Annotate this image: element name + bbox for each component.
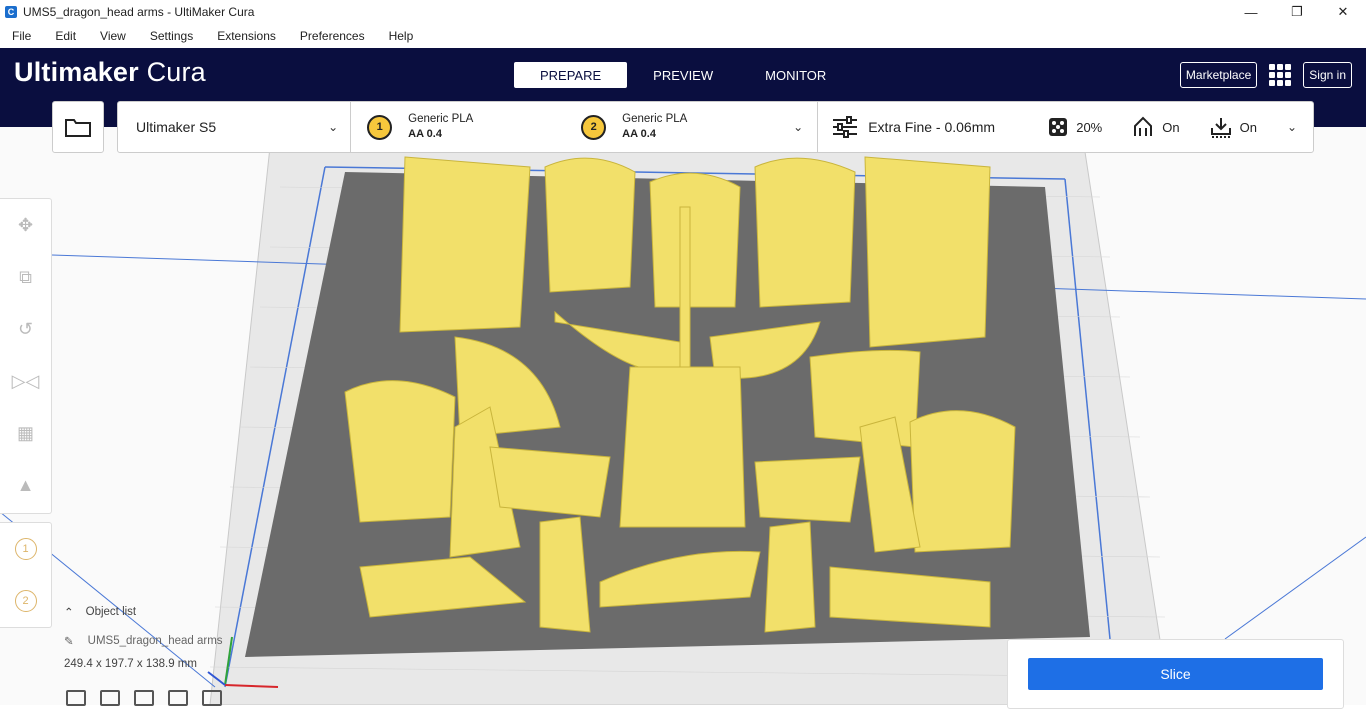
- printer-selector[interactable]: Ultimaker S5 ⌄: [118, 102, 352, 152]
- move-icon[interactable]: ✥: [0, 199, 51, 251]
- extruder-2[interactable]: 2 Generic PLA AA 0.4: [581, 112, 795, 142]
- folder-icon: [65, 119, 91, 137]
- chevron-down-icon: ⌄: [793, 120, 804, 134]
- right-view-icon[interactable]: [202, 690, 222, 706]
- minimize-button[interactable]: —: [1228, 0, 1274, 24]
- extruder-1-select[interactable]: 1: [0, 523, 51, 575]
- extruder-2-badge: 2: [581, 114, 607, 140]
- menu-help[interactable]: Help: [377, 29, 426, 43]
- top-view-icon[interactable]: [134, 690, 154, 706]
- extruder-1[interactable]: 1 Generic PLA AA 0.4: [367, 112, 581, 142]
- object-dimensions: 249.4 x 197.7 x 138.9 mm: [64, 658, 197, 670]
- printer-name: Ultimaker S5: [136, 119, 217, 135]
- view-orientation-buttons: [66, 690, 222, 706]
- slice-button[interactable]: Slice: [1028, 658, 1323, 690]
- support-icon: [1134, 116, 1153, 136]
- front-view-icon[interactable]: [100, 690, 120, 706]
- 3d-view-icon[interactable]: [66, 690, 86, 706]
- object-list-panel: ⌃ Object list ✎ UMS5_dragon_head arms 24…: [64, 603, 223, 670]
- adhesion-icon: [1210, 118, 1231, 138]
- left-view-icon[interactable]: [168, 690, 188, 706]
- extruder-2-core: AA 0.4: [622, 128, 656, 140]
- menu-preferences[interactable]: Preferences: [288, 29, 377, 43]
- ultimaker-cura-logo: Ultimaker Cura: [14, 57, 206, 87]
- support-value: On: [1162, 119, 1180, 135]
- object-name-row[interactable]: ✎ UMS5_dragon_head arms: [64, 633, 223, 649]
- pencil-icon: ✎: [64, 636, 74, 648]
- extruder-1-badge: 1: [367, 114, 393, 140]
- sliders-icon: [833, 116, 858, 138]
- print-settings-selector[interactable]: Extra Fine - 0.06mm 20% On On ⌄: [818, 102, 1313, 152]
- extruder-1-material: Generic PLA: [408, 113, 474, 125]
- object-name: UMS5_dragon_head arms: [87, 635, 223, 647]
- tab-prepare[interactable]: PREPARE: [514, 62, 628, 88]
- rotate-icon[interactable]: ↺: [0, 303, 51, 355]
- menu-file[interactable]: File: [0, 29, 43, 43]
- menu-view[interactable]: View: [88, 29, 138, 43]
- chevron-up-icon: ⌃: [64, 607, 74, 619]
- print-configuration-bar: Ultimaker S5 ⌄ 1 Generic PLA AA 0.4 2 Gen…: [117, 101, 1314, 153]
- menu-bar: File Edit View Settings Extensions Prefe…: [0, 24, 1366, 48]
- cura-app-icon: C: [5, 6, 17, 18]
- slice-panel: Slice: [1007, 639, 1344, 709]
- open-file-button[interactable]: [52, 101, 104, 153]
- infill-icon: [1049, 118, 1068, 136]
- window-title: UMS5_dragon_head arms - UltiMaker Cura: [23, 5, 255, 19]
- extruder-2-select[interactable]: 2: [0, 575, 51, 627]
- mirror-icon[interactable]: ▷◁: [0, 355, 51, 407]
- per-model-settings-icon[interactable]: ▦: [0, 407, 51, 459]
- chevron-down-icon: ⌄: [1286, 120, 1297, 134]
- extruder-1-core: AA 0.4: [408, 128, 442, 140]
- scale-icon[interactable]: ⧉: [0, 251, 51, 303]
- window-titlebar: C UMS5_dragon_head arms - UltiMaker Cura…: [0, 0, 1366, 24]
- applications-grid-icon[interactable]: [1269, 64, 1292, 86]
- object-list-toggle[interactable]: ⌃ Object list: [64, 603, 223, 621]
- menu-extensions[interactable]: Extensions: [205, 29, 288, 43]
- infill-value: 20%: [1076, 119, 1103, 135]
- extruder-column: 1 2: [0, 522, 52, 628]
- print-profile: Extra Fine - 0.06mm: [868, 119, 996, 135]
- sign-in-button[interactable]: Sign in: [1303, 62, 1352, 88]
- menu-edit[interactable]: Edit: [43, 29, 88, 43]
- tool-panel: ✥ ⧉ ↺ ▷◁ ▦ ▲: [0, 198, 52, 514]
- close-button[interactable]: ✕: [1320, 0, 1366, 24]
- marketplace-button[interactable]: Marketplace: [1179, 62, 1258, 88]
- object-list-label: Object list: [85, 606, 137, 618]
- support-blocker-icon[interactable]: ▲: [0, 459, 51, 511]
- tab-monitor[interactable]: MONITOR: [739, 62, 852, 88]
- adhesion-value: On: [1239, 119, 1257, 135]
- menu-settings[interactable]: Settings: [138, 29, 205, 43]
- stage-tabs: PREPARE PREVIEW MONITOR: [514, 62, 852, 88]
- maximize-button[interactable]: ❐: [1274, 0, 1320, 24]
- tab-preview[interactable]: PREVIEW: [627, 62, 739, 88]
- material-selector[interactable]: 1 Generic PLA AA 0.4 2 Generic PLA AA 0.4 …: [351, 102, 819, 152]
- chevron-down-icon: ⌄: [328, 120, 339, 134]
- extruder-2-material: Generic PLA: [622, 113, 688, 125]
